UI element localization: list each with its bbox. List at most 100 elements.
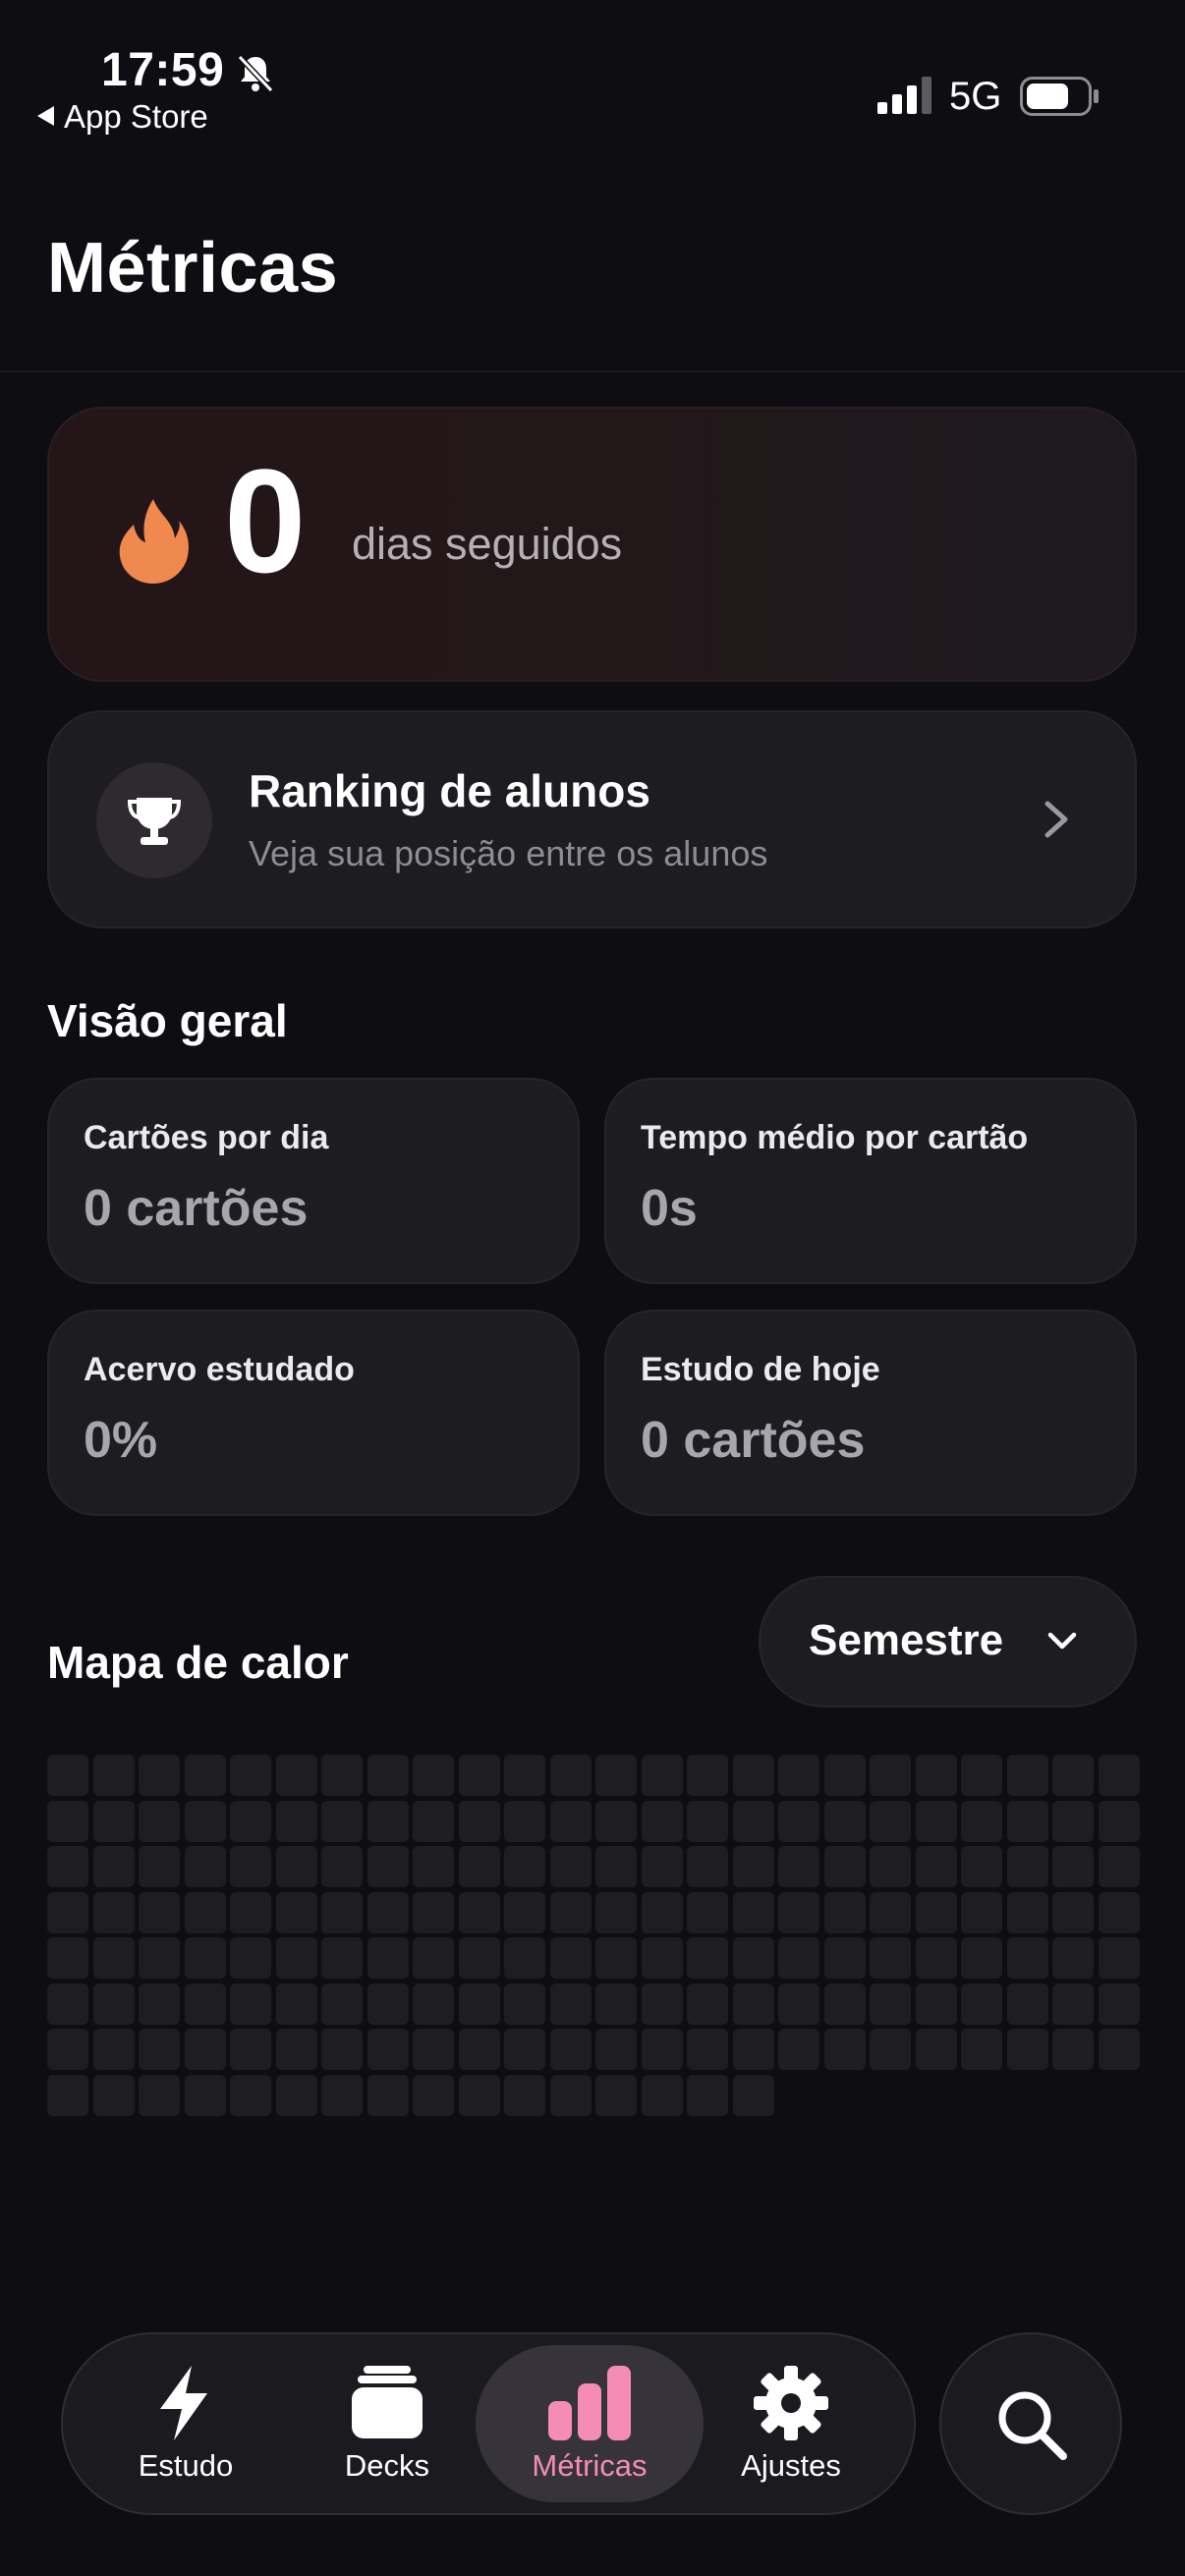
- heatmap-cell: [1098, 1937, 1140, 1979]
- streak-label: dias seguidos: [352, 519, 623, 569]
- overview-title: Visão geral: [47, 995, 288, 1046]
- tab-label: Ajustes: [741, 2448, 841, 2483]
- heatmap-cell: [687, 1937, 728, 1979]
- heatmap-cell: [47, 2074, 88, 2116]
- heatmap-cell: [870, 1983, 911, 2025]
- page-title: Métricas: [47, 229, 339, 308]
- heatmap-cell: [458, 2029, 500, 2070]
- heatmap-cell: [732, 2029, 774, 2070]
- heatmap-cell: [961, 1983, 1002, 2025]
- heatmap-cell: [230, 1800, 271, 1842]
- heatmap-cell: [230, 1755, 271, 1796]
- heatmap-cell: [687, 2074, 728, 2116]
- heatmap-cell: [413, 1891, 454, 1933]
- heatmap-cell: [1006, 1891, 1048, 1933]
- heatmap-cell: [184, 1891, 226, 1933]
- heatmap-cell: [139, 1755, 180, 1796]
- search-button[interactable]: [939, 2332, 1122, 2515]
- heatmap-cell: [595, 1891, 637, 1933]
- heatmap-cell: [458, 1755, 500, 1796]
- heatmap-cell: [275, 1800, 317, 1842]
- heatmap-cell: [230, 1937, 271, 1979]
- heatmap-cell: [275, 2074, 317, 2116]
- heatmap-cell: [139, 1800, 180, 1842]
- stat-value: 0 cartões: [641, 1412, 866, 1469]
- tab-decks[interactable]: Decks: [289, 2356, 485, 2493]
- heatmap-cell: [458, 1800, 500, 1842]
- heatmap-cell: [139, 1846, 180, 1887]
- tab-estudo[interactable]: Estudo: [87, 2356, 284, 2493]
- heatmap-cell: [230, 2029, 271, 2070]
- heatmap-cell: [139, 1937, 180, 1979]
- heatmap-cell: [230, 2074, 271, 2116]
- heatmap-cell: [275, 1891, 317, 1933]
- heatmap-cell: [1052, 1937, 1094, 1979]
- chevron-down-icon: [1047, 1632, 1077, 1650]
- bell-muted-icon: [237, 54, 274, 93]
- back-to-app-link[interactable]: App Store: [37, 98, 208, 136]
- heatmap-cell: [823, 1937, 866, 1979]
- tab-ajustes[interactable]: Ajustes: [693, 2356, 889, 2493]
- heatmap-cell: [139, 2074, 180, 2116]
- heatmap-cell: [321, 1937, 363, 1979]
- heatmap-cell: [47, 1846, 88, 1887]
- heatmap-cell: [595, 2029, 637, 2070]
- heatmap-cell: [1006, 1937, 1048, 1979]
- heatmap-cell: [870, 1755, 911, 1796]
- gear-icon: [754, 2366, 828, 2440]
- heatmap-cell: [230, 1846, 271, 1887]
- heatmap-cell: [458, 1937, 500, 1979]
- battery-icon: [1020, 77, 1099, 116]
- heatmap-cell: [1052, 1891, 1094, 1933]
- heatmap-cell: [367, 2074, 409, 2116]
- heatmap-cell: [413, 1846, 454, 1887]
- heatmap-cell: [778, 1755, 819, 1796]
- heatmap-cell: [732, 2074, 774, 2116]
- heatmap-cell: [184, 1755, 226, 1796]
- heatmap-cell: [47, 1983, 88, 2025]
- heatmap-cell: [870, 1891, 911, 1933]
- heatmap-cell: [823, 2029, 866, 2070]
- heatmap-cell: [823, 1983, 866, 2025]
- heatmap-cell: [778, 1937, 819, 1979]
- heatmap-cell: [367, 1846, 409, 1887]
- heatmap-cell: [504, 2074, 545, 2116]
- heatmap-cell: [595, 1937, 637, 1979]
- tab-metricas[interactable]: Métricas: [491, 2356, 688, 2493]
- stat-value: 0 cartões: [84, 1180, 309, 1237]
- heatmap-cell: [92, 1846, 135, 1887]
- heatmap-cell: [915, 1937, 957, 1979]
- heatmap-cell: [321, 2029, 363, 2070]
- stat-label: Cartões por dia: [84, 1119, 329, 1156]
- stat-label: Tempo médio por cartão: [641, 1119, 1029, 1156]
- stat-value: 0s: [641, 1180, 698, 1237]
- heatmap-cell: [549, 1891, 592, 1933]
- heatmap-cell: [321, 1891, 363, 1933]
- heatmap-cell: [732, 1983, 774, 2025]
- heatmap-cell: [504, 1891, 545, 1933]
- heatmap-cell: [275, 2029, 317, 2070]
- heatmap-cell: [595, 2074, 637, 2116]
- heatmap-title: Mapa de calor: [47, 1637, 349, 1688]
- heatmap-cell: [47, 2029, 88, 2070]
- heatmap-cell: [413, 1983, 454, 2025]
- heatmap-cell: [961, 1937, 1002, 1979]
- heatmap-cell: [870, 2029, 911, 2070]
- heatmap-cell: [458, 1891, 500, 1933]
- heatmap-cell: [367, 2029, 409, 2070]
- heatmap-cell: [1006, 1800, 1048, 1842]
- heatmap-cell: [915, 1800, 957, 1842]
- heatmap-cell: [230, 1891, 271, 1933]
- stat-value: 0%: [84, 1412, 158, 1469]
- tab-label: Decks: [344, 2448, 430, 2483]
- heatmap-cell: [367, 1937, 409, 1979]
- streak-count: 0: [224, 438, 307, 603]
- heatmap-cell: [1052, 1755, 1094, 1796]
- heatmap-cell: [961, 1891, 1002, 1933]
- heatmap-cell: [184, 2074, 226, 2116]
- heatmap-cell: [184, 1846, 226, 1887]
- heatmap-cell: [1098, 1983, 1140, 2025]
- heatmap-cell: [687, 1755, 728, 1796]
- heatmap-cell: [321, 1846, 363, 1887]
- heatmap-cell: [184, 1937, 226, 1979]
